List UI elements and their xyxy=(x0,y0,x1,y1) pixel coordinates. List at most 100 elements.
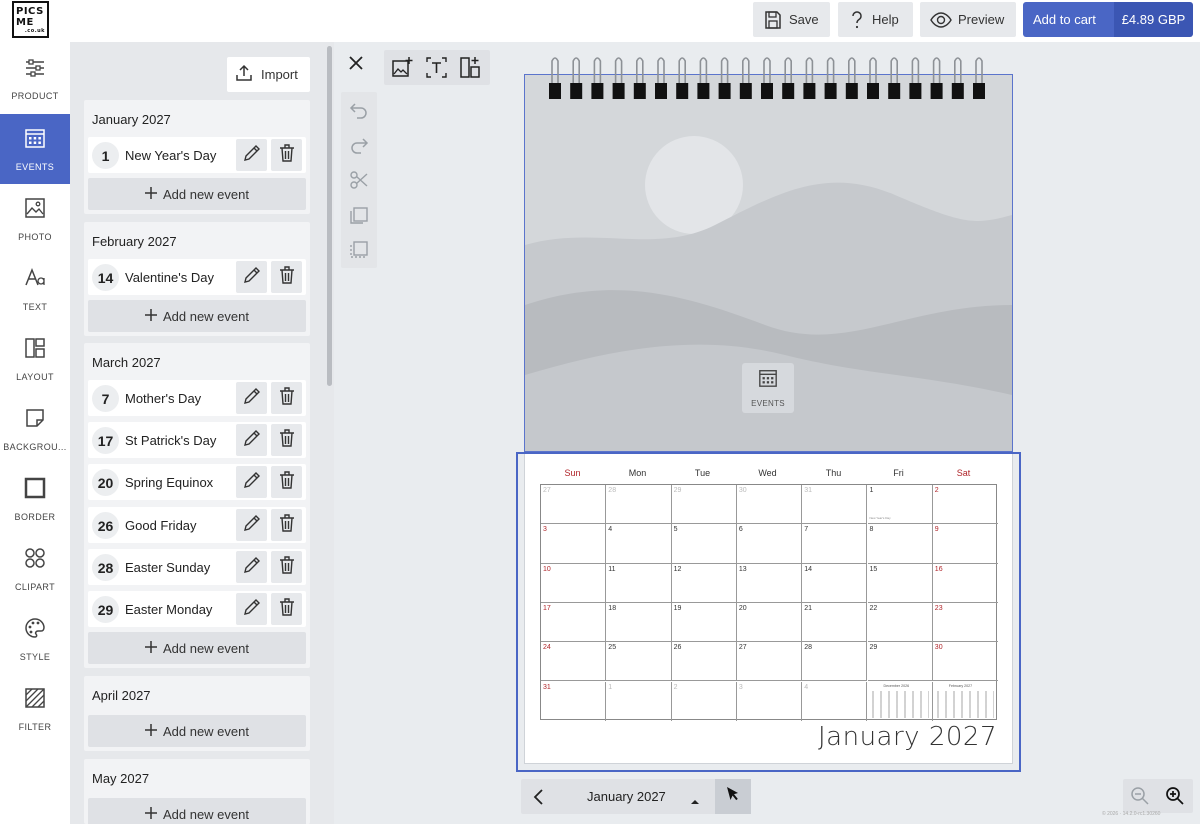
binding-hole xyxy=(782,83,795,99)
scissors-icon xyxy=(349,171,369,194)
nav-item-background[interactable]: BACKGROU... xyxy=(0,394,70,464)
select-tool-button[interactable] xyxy=(715,779,751,814)
edit-event-button[interactable] xyxy=(236,382,267,414)
nav-item-clipart[interactable]: CLIPART xyxy=(0,534,70,604)
calendar-day-cell: 26 xyxy=(671,642,737,682)
event-row: 29 Easter Monday xyxy=(88,591,306,627)
calendar-month-title[interactable]: January 2027 xyxy=(700,722,997,752)
paste-button[interactable] xyxy=(349,240,369,260)
plus-icon xyxy=(144,186,157,202)
pencil-icon xyxy=(242,513,262,538)
zoom-in-button[interactable] xyxy=(1165,786,1185,806)
edit-event-button[interactable] xyxy=(236,424,267,456)
binding-ring xyxy=(890,57,898,85)
edit-event-button[interactable] xyxy=(236,139,267,171)
calendar-day-number: 31 xyxy=(543,683,551,691)
weekday-label: Wed xyxy=(758,468,777,478)
nav-label-text: TEXT xyxy=(22,301,48,312)
cut-button[interactable] xyxy=(349,170,369,190)
event-name: Easter Sunday xyxy=(125,560,211,575)
month-card-january: January 2027 1 New Year's Day Add new ev… xyxy=(84,100,310,214)
add-event-button[interactable]: Add new event xyxy=(88,632,306,664)
add-to-cart-button[interactable]: Add to cart £4.89 GBP xyxy=(1023,2,1193,37)
edit-event-button[interactable] xyxy=(236,593,267,625)
nav-item-filter[interactable]: FILTER xyxy=(0,674,70,744)
nav-item-product[interactable]: PRODUCT xyxy=(0,44,70,114)
nav-item-border[interactable]: BORDER xyxy=(0,464,70,534)
month-card-february: February 2027 14 Valentine's Day Add new… xyxy=(84,222,310,336)
calendar-day-number: 4 xyxy=(804,683,809,691)
event-row: 28 Easter Sunday xyxy=(88,549,306,585)
zoom-out-button[interactable] xyxy=(1130,786,1150,806)
current-month-selector[interactable]: January 2027 xyxy=(587,789,666,804)
calendar-day-number: 2 xyxy=(934,487,939,494)
binding-hole xyxy=(951,83,964,99)
calendar-day-number: 21 xyxy=(804,604,812,612)
delete-event-button[interactable] xyxy=(271,382,302,414)
add-text-button[interactable] xyxy=(425,56,448,79)
previous-page-button[interactable] xyxy=(529,787,549,807)
edit-event-button[interactable] xyxy=(236,261,267,293)
event-day: 28 xyxy=(92,554,119,581)
calendar-day-number: 29 xyxy=(869,644,878,652)
save-icon xyxy=(763,10,783,30)
trash-icon xyxy=(278,597,296,622)
edit-event-button[interactable] xyxy=(236,551,267,583)
edit-event-button[interactable] xyxy=(236,466,267,498)
calendar-day-number: 3 xyxy=(543,526,547,534)
add-photo-button[interactable] xyxy=(391,56,414,79)
add-event-button[interactable]: Add new event xyxy=(88,300,306,332)
delete-event-button[interactable] xyxy=(271,466,302,498)
panel-scrollbar[interactable] xyxy=(327,46,332,386)
add-event-button[interactable]: Add new event xyxy=(88,715,306,747)
events-drop-badge[interactable]: EVENTS xyxy=(742,363,794,413)
weekday-label: Mon xyxy=(628,468,647,478)
copy-button[interactable] xyxy=(349,205,369,225)
calendar-day-cell: 13 xyxy=(736,563,803,603)
preview-button[interactable]: Preview xyxy=(920,2,1016,37)
binding-hole xyxy=(697,83,710,99)
calendar-day-cell: 24 xyxy=(541,642,607,682)
border-icon xyxy=(24,477,46,504)
delete-event-button[interactable] xyxy=(271,551,302,583)
redo-button[interactable] xyxy=(349,135,369,155)
edit-event-button[interactable] xyxy=(236,509,267,541)
month-title: January 2027 xyxy=(92,112,171,127)
undo-button[interactable] xyxy=(349,100,369,120)
nav-item-photo[interactable]: PHOTO xyxy=(0,184,70,254)
delete-event-button[interactable] xyxy=(271,593,302,625)
caret-up-icon[interactable] xyxy=(691,792,699,810)
binding-rings-graphic xyxy=(549,57,985,99)
add-layout-button[interactable] xyxy=(459,56,482,79)
nav-item-style[interactable]: STYLE xyxy=(0,604,70,674)
month-title: March 2027 xyxy=(92,355,161,370)
nav-item-layout[interactable]: LAYOUT xyxy=(0,324,70,394)
import-button[interactable]: Import xyxy=(227,57,310,92)
calendar-day-cell: 30 xyxy=(932,642,999,682)
nav-item-events[interactable]: EVENTS xyxy=(0,114,70,184)
nav-item-text[interactable]: TEXT xyxy=(0,254,70,324)
trash-icon xyxy=(278,428,296,453)
picsme-logo[interactable]: PICS ME .co.uk xyxy=(12,1,49,38)
binding-hole xyxy=(888,83,901,99)
binding-hole xyxy=(549,83,561,99)
calendar-day-cell: 6 xyxy=(736,524,803,564)
binding-hole xyxy=(973,83,985,99)
delete-event-button[interactable] xyxy=(271,261,302,293)
delete-event-button[interactable] xyxy=(271,509,302,541)
trash-icon xyxy=(278,470,296,495)
help-button[interactable]: Help xyxy=(838,2,913,37)
event-day: 1 xyxy=(92,142,119,169)
delete-event-button[interactable] xyxy=(271,424,302,456)
save-button[interactable]: Save xyxy=(753,2,830,37)
close-panel-button[interactable] xyxy=(341,50,371,80)
calendar-day-number: 30 xyxy=(738,487,747,494)
binding-hole xyxy=(930,83,943,99)
delete-event-button[interactable] xyxy=(271,139,302,171)
add-event-button[interactable]: Add new event xyxy=(88,178,306,210)
event-row: 7 Mother's Day xyxy=(88,380,306,416)
calendar-day-cell: 2 xyxy=(672,681,737,721)
add-event-button[interactable]: Add new event xyxy=(88,798,306,824)
binding-hole xyxy=(845,83,858,99)
calendar-day-number: 5 xyxy=(673,526,678,534)
